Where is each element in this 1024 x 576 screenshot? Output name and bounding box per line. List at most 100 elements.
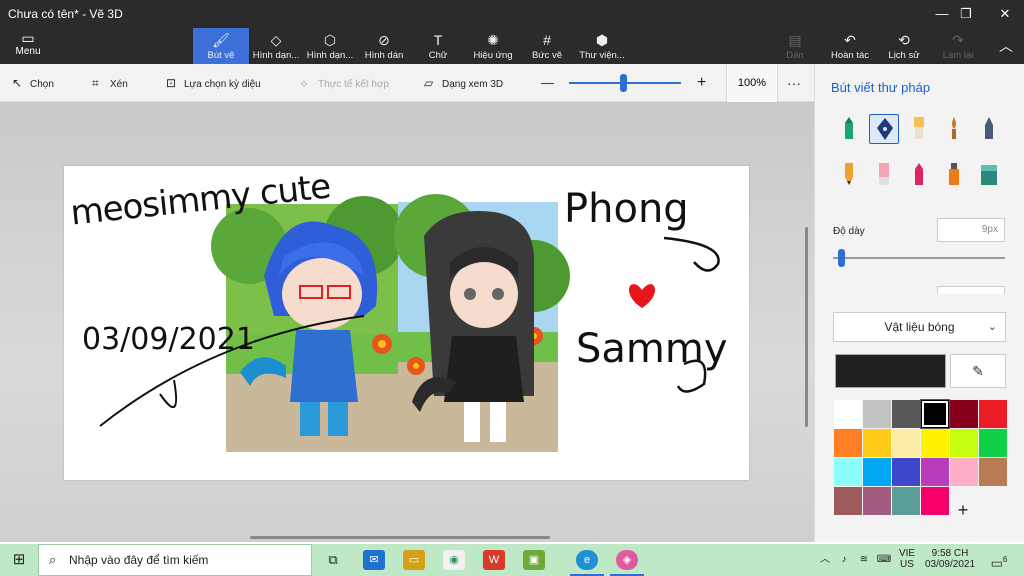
history-button[interactable]: ⟲ Lịch sử [876, 28, 932, 64]
crayon-brush[interactable] [904, 160, 934, 190]
color-swatch[interactable] [892, 400, 920, 428]
spray-can-brush[interactable] [939, 160, 969, 190]
color-swatch[interactable] [834, 458, 862, 486]
chevron-up-icon: ︿ [999, 38, 1013, 54]
color-swatch[interactable] [979, 458, 1007, 486]
notification-center[interactable]: ▭6 [988, 544, 1010, 576]
show-hidden-icons-icon[interactable]: ︿ [818, 544, 832, 576]
redo-button[interactable]: ↷ Làm lại [930, 28, 986, 64]
maximize-button[interactable]: ❐ [950, 4, 982, 24]
task-view-icon[interactable]: ⧉ [322, 550, 344, 570]
color-swatch[interactable] [863, 429, 891, 457]
brush-panel: Bút viết thư pháp Độ dày 9px Vật liệu bó… [814, 64, 1024, 542]
vertical-scrollbar[interactable] [805, 227, 808, 427]
color-swatch[interactable] [892, 458, 920, 486]
color-swatch[interactable] [979, 400, 1007, 428]
paint-3d-icon[interactable]: ◈ [616, 550, 638, 570]
pencil-brush[interactable] [834, 160, 864, 190]
opacity-input[interactable] [937, 286, 1005, 294]
thickness-slider-thumb[interactable] [838, 249, 846, 267]
volume-icon[interactable]: ♪ [836, 544, 852, 576]
tab-stickers[interactable]: ⊘ Hình dán [356, 28, 412, 64]
tab-canvas[interactable]: # Bức vẽ [519, 28, 575, 64]
tab-library[interactable]: ⬢ Thư viện... [574, 28, 630, 64]
keyboard-icon[interactable]: ⌨ [876, 544, 892, 576]
cursor-icon: ↖ [12, 76, 23, 90]
mail-icon[interactable]: ✉ [363, 550, 385, 570]
app-icon[interactable]: ◉ [443, 550, 465, 570]
color-swatch[interactable] [834, 487, 862, 515]
add-color-button[interactable]: + [943, 496, 983, 524]
tab-label: Hiệu ứng [473, 50, 513, 61]
3d-view-tool[interactable]: ▱ Dạng xem 3D [424, 75, 503, 91]
fill-brush[interactable] [974, 160, 1004, 190]
tab-effects[interactable]: ✺ Hiệu ứng [465, 28, 521, 64]
select-tool[interactable]: ↖ Chọn [12, 75, 54, 91]
color-swatch[interactable] [863, 487, 891, 515]
tab-brushes[interactable]: 🖌 Bút vẽ [193, 28, 249, 64]
color-swatch[interactable] [950, 458, 978, 486]
calligraphy-pen-brush[interactable] [869, 114, 899, 144]
edge-icon[interactable]: e [576, 550, 598, 570]
fill-bucket-icon [981, 165, 997, 185]
clock[interactable]: 9:58 CH 03/09/2021 [920, 544, 980, 576]
pixel-pen-icon [985, 117, 993, 139]
thickness-slider-track[interactable] [833, 257, 1005, 259]
current-color-preview[interactable] [835, 354, 946, 388]
oil-brush[interactable] [904, 114, 934, 144]
close-button[interactable]: ✕ [989, 4, 1021, 24]
watercolor-brush[interactable] [939, 114, 969, 144]
3d-view-label: Dạng xem 3D [442, 79, 504, 90]
color-swatch[interactable] [834, 400, 862, 428]
color-swatch[interactable] [892, 487, 920, 515]
tab-text[interactable]: T Chữ [410, 28, 466, 64]
taskbar: ⊞ ⌕ Nhập vào đây để tìm kiếm ⧉ ✉ ▭ ◉ W ▣… [0, 544, 1024, 576]
color-swatch[interactable] [863, 400, 891, 428]
magic-select-icon: ⊡ [166, 76, 177, 90]
zoom-value[interactable]: 100% [726, 64, 778, 102]
undo-button[interactable]: ↶ Hoàn tác [822, 28, 878, 64]
magic-select-tool[interactable]: ⊡ Lựa chọn kỳ diệu [166, 75, 261, 91]
language-top: VIE [898, 548, 916, 559]
pixel-pen-brush[interactable] [974, 114, 1004, 144]
zoom-slider-thumb[interactable] [619, 74, 627, 92]
color-swatch[interactable] [950, 400, 978, 428]
tab-3d-shapes[interactable]: ⬡ Hình dạn... [302, 28, 358, 64]
tab-2d-shapes[interactable]: ◇ Hình dạn... [248, 28, 304, 64]
tab-label: Hình dạn... [306, 50, 354, 61]
crop-tool[interactable]: ⌗ Xén [92, 75, 128, 91]
more-options-button[interactable]: ··· [787, 75, 801, 91]
horizontal-scrollbar[interactable] [250, 536, 550, 539]
drawing-canvas[interactable]: meosimmy cute 03/09/2021 Phong Sammy [64, 166, 749, 480]
toolbar: ↖ Chọn ⌗ Xén ⊡ Lựa chọn kỳ diệu ⟡ Thực tế kế… [0, 64, 814, 102]
office-icon[interactable]: W [483, 550, 505, 570]
color-swatch[interactable] [979, 429, 1007, 457]
zoom-in-button[interactable]: + [697, 75, 706, 91]
3d-view-icon: ▱ [424, 76, 434, 90]
watercolor-icon [952, 117, 956, 139]
history-icon: ⟲ [898, 32, 910, 48]
collapse-ribbon-button[interactable]: ︿ [992, 28, 1020, 64]
eraser-brush[interactable] [869, 160, 899, 190]
color-swatch[interactable] [950, 429, 978, 457]
color-swatch[interactable] [892, 429, 920, 457]
color-swatch[interactable] [921, 458, 949, 486]
eyedropper-button[interactable]: ✎ [950, 354, 1006, 388]
taskbar-search[interactable]: ⌕ Nhập vào đây để tìm kiếm [38, 544, 312, 576]
mixed-reality-tool[interactable]: ⟡ Thực tế kết hợp [300, 75, 389, 91]
color-swatch[interactable] [921, 400, 949, 428]
paste-button[interactable]: ▤ Dán [767, 28, 823, 64]
network-icon[interactable]: ≋ [856, 544, 872, 576]
material-select[interactable]: Vật liệu bóng ⌄ [833, 312, 1006, 342]
color-swatch[interactable] [834, 429, 862, 457]
file-explorer-icon[interactable]: ▭ [403, 550, 425, 570]
game-icon[interactable]: ▣ [523, 550, 545, 570]
marker-brush[interactable] [834, 114, 864, 144]
zoom-out-button[interactable]: — [541, 75, 554, 91]
language-indicator[interactable]: VIE US [896, 544, 918, 576]
color-swatch[interactable] [921, 429, 949, 457]
menu-button[interactable]: ▭ Menu [8, 30, 48, 62]
start-button[interactable]: ⊞ [0, 544, 38, 576]
color-swatch[interactable] [863, 458, 891, 486]
thickness-input[interactable]: 9px [937, 218, 1005, 242]
